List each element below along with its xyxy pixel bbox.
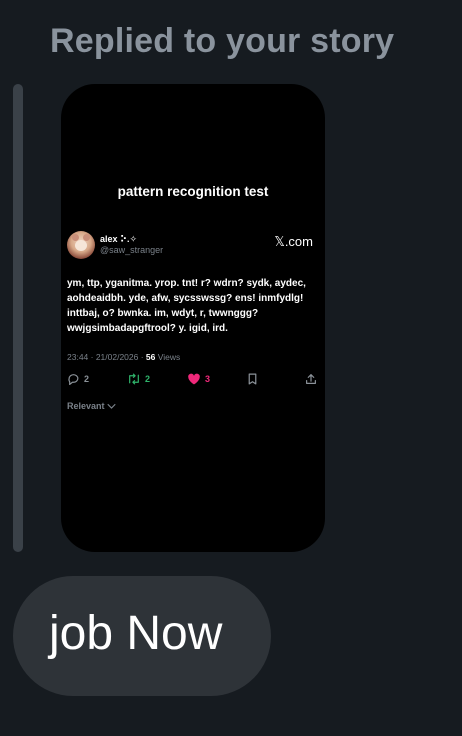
tweet-author-name: alex ⠕.✧	[100, 234, 138, 244]
reply-action: 2	[67, 373, 89, 385]
bookmark-icon	[248, 373, 257, 385]
share-icon	[306, 374, 316, 384]
reply-message-bubble[interactable]: job Now	[13, 576, 271, 696]
like-count: 3	[205, 374, 211, 384]
share-action	[305, 373, 317, 385]
like-action: 3	[187, 373, 210, 385]
sort-label: Relevant	[67, 401, 105, 411]
story-preview[interactable]: pattern recognition test alex ⠕.✧ @saw_s…	[61, 84, 325, 552]
retweet-icon	[129, 373, 139, 385]
sort-relevant: Relevant	[67, 401, 116, 411]
story-title: pattern recognition test	[117, 184, 269, 199]
retweet-action: 2	[127, 373, 150, 385]
tweet-text: ym, ttp, yganitma. yrop. tnt! r? wdrn? s…	[67, 278, 306, 334]
story-reply-header: Replied to your story	[50, 22, 395, 60]
bookmark-action	[247, 373, 258, 385]
x-logo: 𝕏.com	[274, 234, 313, 249]
tweet-views-label: Views	[155, 352, 181, 362]
tweet-views-count: 56	[145, 352, 156, 362]
tweet-actions: 2 2 3	[67, 373, 319, 387]
retweet-count: 2	[145, 374, 151, 384]
reply-indicator-bar	[13, 84, 23, 552]
tweet-datetime: 23:44 · 21/02/2026 ·	[67, 352, 146, 362]
avatar	[67, 231, 95, 259]
comment-icon	[68, 374, 79, 385]
heart-icon	[188, 373, 200, 385]
reply-message-text: job Now	[49, 607, 223, 660]
tweet-author-handle: @saw_stranger	[100, 245, 164, 255]
reply-count: 2	[84, 374, 90, 384]
chevron-down-icon	[106, 403, 116, 409]
tweet-meta: 23:44 · 21/02/2026 · 56 Views	[67, 352, 180, 362]
